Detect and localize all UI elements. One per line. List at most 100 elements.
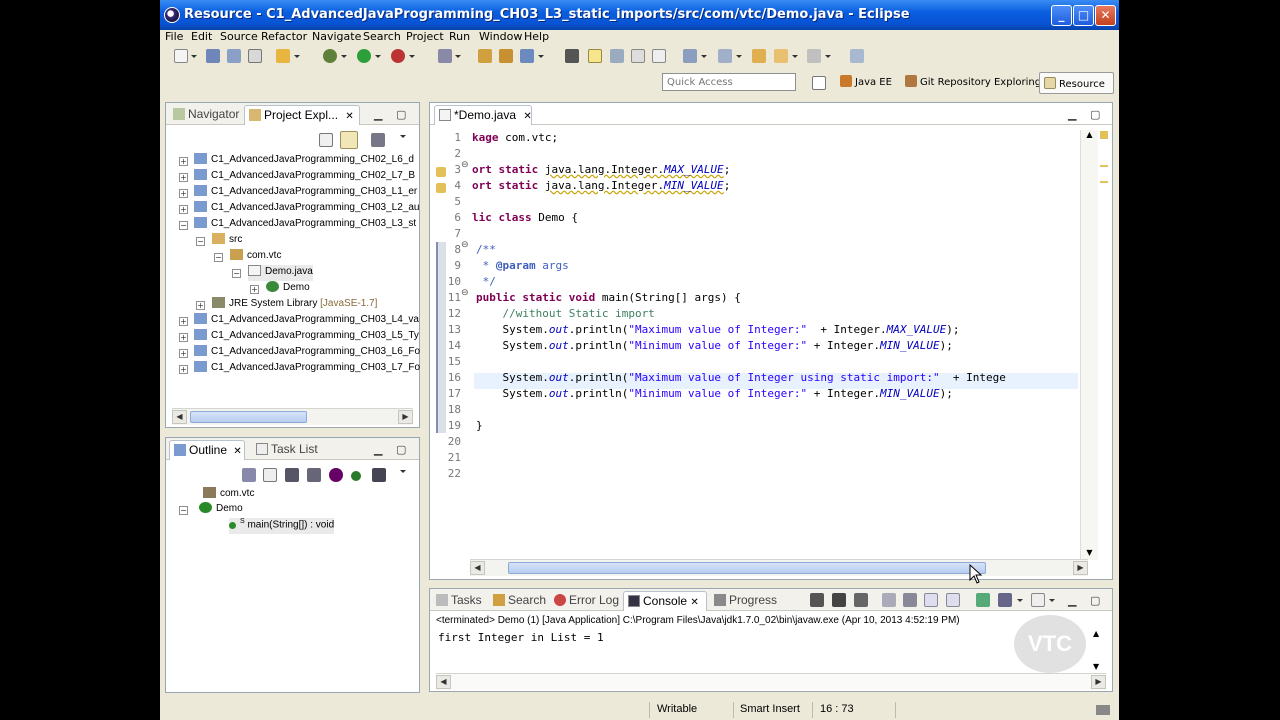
- new-server-icon[interactable]: [438, 49, 452, 63]
- scroll-up-icon[interactable]: ▲: [1093, 629, 1099, 638]
- forward-icon[interactable]: [807, 49, 821, 63]
- search-icon[interactable]: [520, 49, 534, 63]
- console-output[interactable]: first Integer in List = 1: [438, 631, 604, 644]
- remove-launch-icon[interactable]: [832, 593, 846, 607]
- link-outline-icon[interactable]: [372, 468, 386, 482]
- maximize-button[interactable]: □: [1073, 5, 1094, 26]
- tab-navigator[interactable]: Navigator: [169, 105, 243, 125]
- scroll-thumb[interactable]: [508, 562, 986, 574]
- scroll-thumb[interactable]: [190, 411, 307, 423]
- tab-outline[interactable]: Outline ✕: [169, 440, 245, 460]
- close-tab-icon[interactable]: ✕: [690, 597, 698, 608]
- tab-demo-java[interactable]: *Demo.java ✕: [434, 105, 532, 125]
- tree-item-project[interactable]: C1_AdvancedJavaProgramming_CH02_L6_d: [194, 153, 414, 169]
- debug-icon[interactable]: [323, 49, 337, 63]
- remove-all-icon[interactable]: [854, 593, 868, 607]
- minimize-view-icon[interactable]: ▁: [374, 443, 382, 456]
- toggle-breadcrumb-icon[interactable]: [565, 49, 579, 63]
- maximize-view-icon[interactable]: ▢: [396, 108, 406, 121]
- explorer-hscrollbar[interactable]: ◀ ▶: [172, 408, 413, 425]
- open-perspective-icon[interactable]: [812, 76, 826, 90]
- menu-source[interactable]: Source: [220, 30, 258, 43]
- tree-item-project[interactable]: C1_AdvancedJavaProgramming_CH03_L6_Fo: [194, 345, 420, 361]
- close-button[interactable]: ✕: [1095, 5, 1116, 26]
- previous-annotation-icon[interactable]: [718, 49, 732, 63]
- run-icon[interactable]: [357, 49, 371, 63]
- tab-error-log[interactable]: Error Log: [550, 591, 623, 611]
- back-icon[interactable]: [774, 49, 788, 63]
- perspective-java-ee[interactable]: Java EE: [840, 75, 892, 88]
- tree-item-project[interactable]: C1_AdvancedJavaProgramming_CH03_L4_va: [194, 313, 419, 329]
- tree-item-project[interactable]: C1_AdvancedJavaProgramming_CH03_L5_Ty: [194, 329, 419, 345]
- console-vscrollbar[interactable]: ▲ ▼: [1093, 629, 1108, 671]
- close-tab-icon[interactable]: ✕: [233, 446, 241, 457]
- tree-item-src[interactable]: src: [212, 233, 242, 249]
- perspective-resource[interactable]: Resource: [1039, 72, 1114, 94]
- open-type-icon[interactable]: [478, 49, 492, 63]
- maximize-view-icon[interactable]: ▢: [1090, 594, 1100, 607]
- save-all-icon[interactable]: [227, 49, 241, 63]
- link-with-editor-icon[interactable]: [340, 131, 358, 149]
- show-paragraph-icon[interactable]: [652, 49, 666, 63]
- next-annotation-icon[interactable]: [683, 49, 697, 63]
- menu-edit[interactable]: Edit: [191, 30, 212, 43]
- scroll-right-icon[interactable]: ▶: [1091, 675, 1106, 689]
- menu-project[interactable]: Project: [406, 30, 444, 43]
- scroll-left-icon[interactable]: ◀: [470, 561, 485, 575]
- tab-progress[interactable]: Progress: [710, 591, 781, 611]
- tree-item-demo-java[interactable]: Demo.java: [248, 265, 313, 281]
- save-icon[interactable]: [206, 49, 220, 63]
- hide-static-icon[interactable]: [307, 468, 321, 482]
- scroll-down-icon[interactable]: ▼: [1093, 662, 1099, 671]
- outline-method[interactable]: S main(String[]) : void: [229, 518, 335, 534]
- editor-vscrollbar[interactable]: ▲ ▼: [1080, 130, 1098, 560]
- clear-console-icon[interactable]: [903, 593, 917, 607]
- hide-nonpublic-icon[interactable]: [329, 468, 343, 482]
- perspective-git[interactable]: Git Repository Exploring: [905, 75, 1041, 88]
- tree-item-jre[interactable]: JRE System Library [JavaSE-1.7]: [212, 297, 377, 313]
- close-tab-icon[interactable]: ✕: [345, 111, 353, 122]
- build-icon[interactable]: [276, 49, 290, 63]
- menu-help[interactable]: Help: [524, 30, 549, 43]
- maximize-view-icon[interactable]: ▢: [396, 443, 406, 456]
- hide-local-types-icon[interactable]: [351, 471, 361, 481]
- code-area[interactable]: 1 kage com.vtc; 2 3 ⊖ ort static java.lan…: [430, 125, 1112, 560]
- menu-refactor[interactable]: Refactor: [261, 30, 307, 43]
- show-stderr-icon[interactable]: [946, 593, 960, 607]
- minimize-editor-icon[interactable]: ▁: [1068, 108, 1076, 121]
- scroll-up-icon[interactable]: ▲: [1082, 130, 1097, 142]
- scroll-right-icon[interactable]: ▶: [398, 410, 413, 424]
- heap-status-icon[interactable]: [1096, 705, 1110, 715]
- show-whitespace-icon[interactable]: [631, 49, 645, 63]
- collapse-all-icon[interactable]: [319, 133, 333, 147]
- collapse-all-icon[interactable]: [263, 468, 277, 482]
- view-menu-icon[interactable]: [371, 133, 385, 147]
- outline-class[interactable]: Demo: [199, 502, 243, 518]
- minimize-button[interactable]: _: [1051, 5, 1072, 26]
- tree-item-project[interactable]: C1_AdvancedJavaProgramming_CH02_L7_B: [194, 169, 415, 185]
- scroll-right-icon[interactable]: ▶: [1073, 561, 1088, 575]
- show-stdout-icon[interactable]: [924, 593, 938, 607]
- tree-item-project[interactable]: C1_AdvancedJavaProgramming_CH03_L1_er: [194, 185, 417, 201]
- scroll-lock-icon[interactable]: [882, 593, 896, 607]
- editor-hscrollbar[interactable]: ◀ ▶: [470, 559, 1088, 576]
- maximize-editor-icon[interactable]: ▢: [1090, 108, 1100, 121]
- terminate-icon[interactable]: [810, 593, 824, 607]
- tab-console[interactable]: Console ✕: [623, 591, 707, 611]
- last-edit-icon[interactable]: [752, 49, 766, 63]
- scroll-left-icon[interactable]: ◀: [172, 410, 187, 424]
- sort-icon[interactable]: [242, 468, 256, 482]
- tree-item-package[interactable]: com.vtc: [230, 249, 281, 265]
- display-console-icon[interactable]: [998, 593, 1012, 607]
- minimize-view-icon[interactable]: ▁: [1068, 594, 1076, 607]
- scroll-left-icon[interactable]: ◀: [436, 675, 451, 689]
- menu-run[interactable]: Run: [449, 30, 470, 43]
- tab-project-explorer[interactable]: Project Expl... ✕: [244, 105, 360, 125]
- outline-package[interactable]: com.vtc: [203, 487, 254, 503]
- tab-search[interactable]: Search: [489, 591, 550, 611]
- pin-editor-icon[interactable]: [850, 49, 864, 63]
- tab-task-list[interactable]: Task List: [252, 440, 322, 460]
- external-tools-icon[interactable]: [391, 49, 405, 63]
- menu-file[interactable]: File: [165, 30, 183, 43]
- tree-item-project[interactable]: C1_AdvancedJavaProgramming_CH03_L2_au: [194, 201, 419, 217]
